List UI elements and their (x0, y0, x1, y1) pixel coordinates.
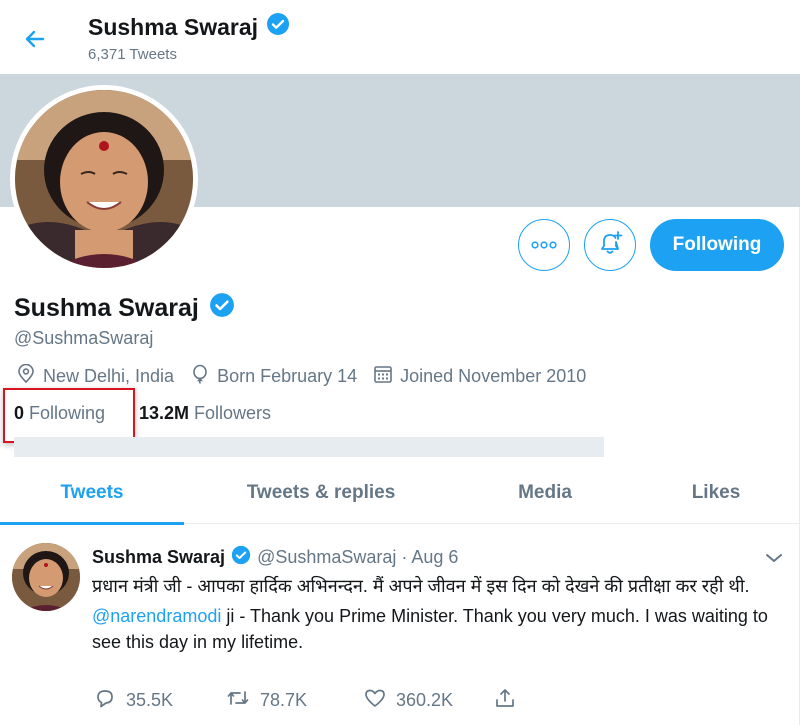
retweet-count: 78.7K (260, 690, 308, 710)
tweet-hindi-text: प्रधान मंत्री जी - आपका हार्दिक अभिनन्दन… (92, 576, 750, 596)
like-button[interactable]: 360.2K (364, 687, 494, 714)
chevron-down-icon[interactable] (762, 548, 786, 568)
tweet-author-name[interactable]: Sushma Swaraj (92, 547, 225, 568)
profile-name-text: Sushma Swaraj (14, 294, 199, 322)
share-icon (494, 687, 526, 714)
header-tweet-count: 6,371 Tweets (88, 46, 177, 63)
tab-media[interactable]: Media (458, 462, 632, 524)
verified-badge-icon (266, 12, 290, 42)
tweet-avatar[interactable] (12, 543, 80, 611)
more-options-button[interactable] (518, 219, 570, 271)
mention-link[interactable]: @narendramodi (92, 606, 221, 626)
profile-page: Sushma Swaraj 6,371 Tweets Following Sus… (0, 0, 800, 725)
followers-count: 13.2M (139, 403, 195, 423)
tab-likes[interactable]: Likes (632, 462, 800, 524)
header-name: Sushma Swaraj (88, 12, 290, 42)
placeholder-bar (14, 437, 604, 457)
tweet-actions: 35.5K 78.7K 360.2K (94, 687, 526, 714)
retweet-button[interactable]: 78.7K (226, 687, 364, 714)
verified-badge-icon (209, 292, 235, 325)
followers-stat[interactable]: 13.2M Followers (139, 403, 271, 424)
location-pin-icon (16, 363, 43, 389)
profile-meta: New Delhi, India Born February 14 Joined… (16, 363, 602, 389)
back-arrow-icon[interactable] (18, 22, 52, 56)
tab-tweets-replies[interactable]: Tweets & replies (184, 462, 458, 524)
reply-button[interactable]: 35.5K (94, 687, 226, 714)
header-name-text: Sushma Swaraj (88, 13, 259, 40)
followers-label: Followers (194, 403, 272, 423)
bell-plus-icon (596, 229, 624, 262)
joined-text: Joined November 2010 (400, 366, 587, 386)
birthday-text: Born February 14 (217, 366, 358, 386)
tweet-handle-date[interactable]: @SushmaSwaraj · Aug 6 (257, 547, 458, 568)
heart-icon (364, 687, 396, 714)
tweet-body: प्रधान मंत्री जी - आपका हार्दिक अभिनन्दन… (92, 573, 792, 659)
balloon-icon (190, 364, 217, 389)
share-button[interactable] (494, 687, 526, 714)
joined-item: Joined November 2010 (373, 364, 586, 389)
profile-tabs: Tweets Tweets & replies Media Likes (0, 462, 800, 525)
notifications-button[interactable] (584, 219, 636, 271)
birthday-item: Born February 14 (190, 364, 357, 389)
tweet-english-paragraph: @narendramodi ji - Thank you Prime Minis… (92, 603, 792, 655)
profile-avatar[interactable] (10, 85, 198, 273)
following-highlight-box (3, 388, 135, 443)
profile-name: Sushma Swaraj (14, 292, 235, 325)
verified-badge-icon (231, 545, 251, 570)
reply-icon (94, 687, 126, 714)
following-button[interactable]: Following (650, 219, 784, 271)
location-item: New Delhi, India (16, 363, 175, 389)
like-count: 360.2K (396, 690, 454, 710)
tab-tweets[interactable]: Tweets (0, 462, 184, 525)
calendar-icon (373, 364, 400, 389)
profile-handle: @SushmaSwaraj (14, 328, 154, 348)
tweet-header: Sushma Swaraj @SushmaSwaraj · Aug 6 (92, 545, 458, 570)
more-dots-icon (531, 236, 557, 254)
reply-count: 35.5K (126, 690, 174, 710)
retweet-icon (226, 687, 260, 714)
location-text: New Delhi, India (43, 366, 175, 386)
top-bar: Sushma Swaraj 6,371 Tweets (0, 0, 800, 74)
